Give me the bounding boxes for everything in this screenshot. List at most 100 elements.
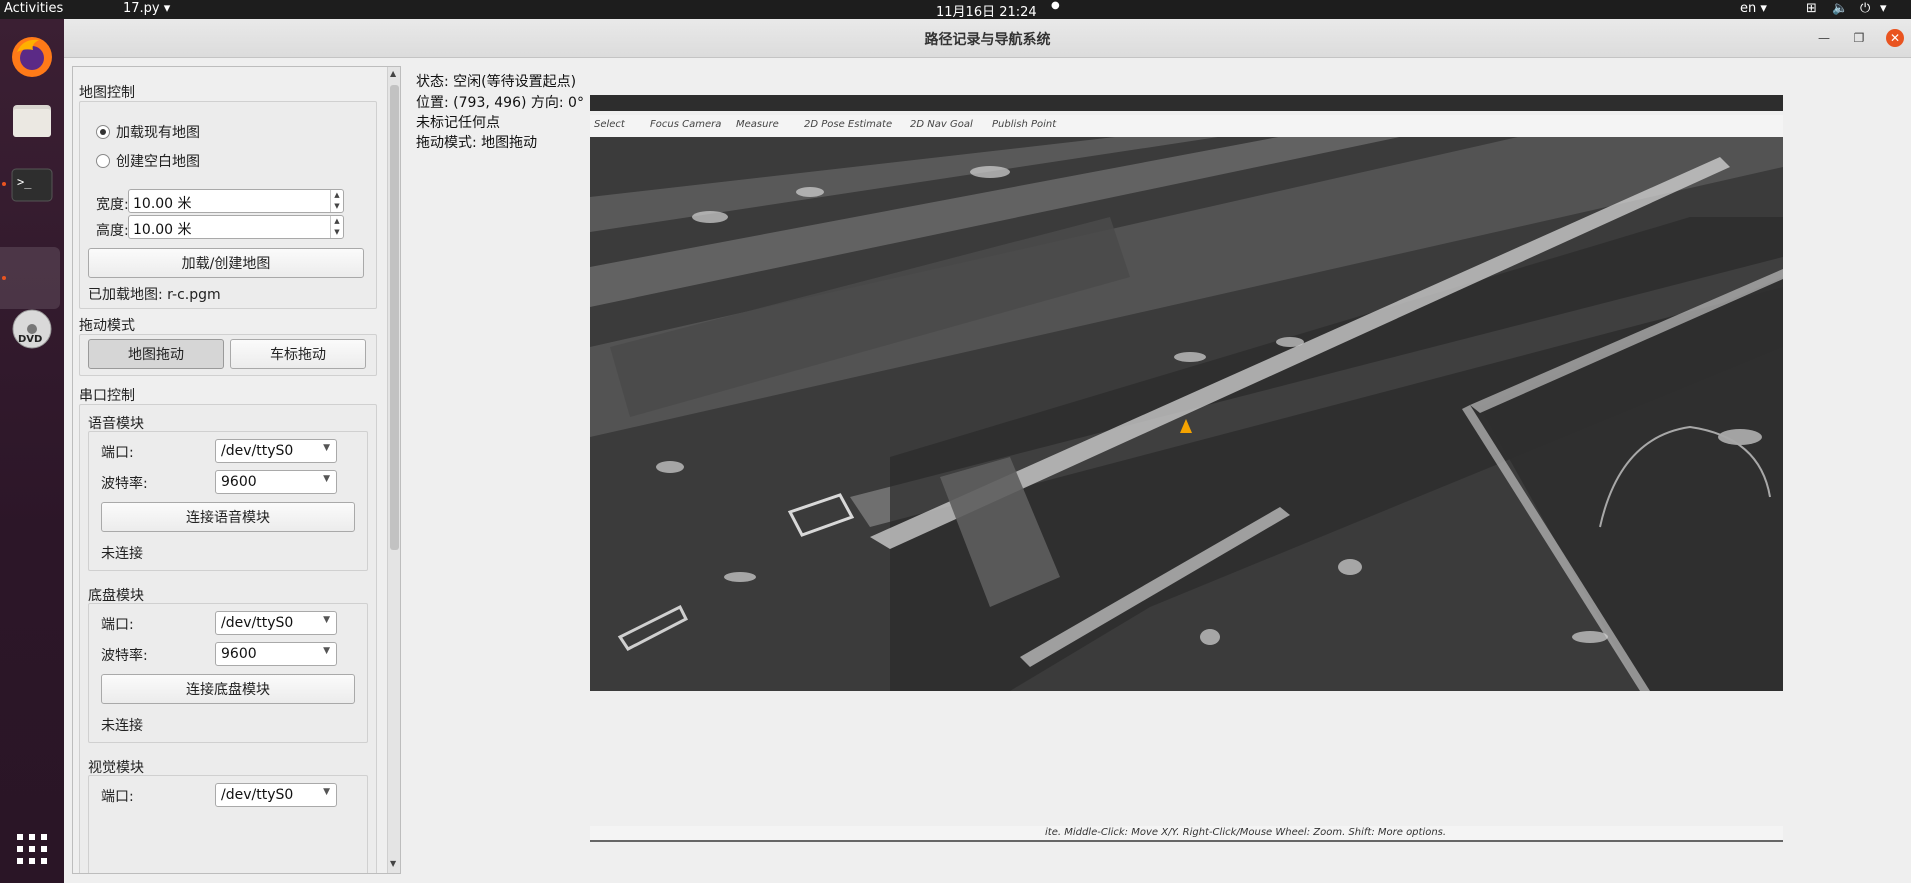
vision-module-group: 端口: /dev/ttyS0 ▼ <box>88 775 368 873</box>
app-menu-label: 17.py <box>123 1 160 16</box>
voice-module-title: 语音模块 <box>88 416 144 432</box>
scroll-thumb[interactable] <box>390 85 399 550</box>
firefox-icon[interactable] <box>6 31 58 83</box>
vision-module-title: 视觉模块 <box>88 760 144 776</box>
maximize-icon[interactable]: ❐ <box>1850 29 1868 47</box>
drag-mode-text: 拖动模式: 地图拖动 <box>416 135 538 151</box>
width-label: 宽度: <box>96 197 129 213</box>
language-indicator[interactable]: en ▾ <box>1740 1 1767 16</box>
panel-scrollbar[interactable]: ▲ ▼ <box>387 67 400 873</box>
scroll-down-icon[interactable]: ▼ <box>390 859 396 868</box>
svg-text:DVD: DVD <box>18 334 42 345</box>
chevron-down-icon: ▼ <box>323 443 330 453</box>
map-render <box>590 137 1783 691</box>
map-control-label: 地图控制 <box>79 85 135 101</box>
rviz-hint-image: ite. Middle-Click: Move X/Y. Right-Click… <box>590 826 1783 842</box>
language-label: en <box>1740 1 1757 16</box>
loaded-map-text: 已加载地图: r-c.pgm <box>88 287 221 303</box>
activities-button[interactable]: Activities <box>4 1 63 16</box>
chevron-down-icon: ▼ <box>323 615 330 625</box>
notification-dot-icon: ● <box>1051 0 1060 11</box>
width-value: 10.00 米 <box>133 196 192 212</box>
position-text: 位置: (793, 496) 方向: 0° <box>416 95 584 111</box>
map-image[interactable] <box>590 137 1783 691</box>
marks-text: 未标记任何点 <box>416 115 500 131</box>
connect-voice-button[interactable]: 连接语音模块 <box>101 502 355 532</box>
vision-port-value: /dev/ttyS0 <box>221 787 294 803</box>
voice-baud-value: 9600 <box>221 474 257 490</box>
active-app-slot[interactable] <box>0 247 60 309</box>
close-icon[interactable]: ✕ <box>1886 29 1904 47</box>
height-spinbox[interactable]: 10.00 米 ▲ ▼ <box>128 215 344 239</box>
drag-mode-label: 拖动模式 <box>79 318 135 334</box>
chevron-down-icon: ▾ <box>1760 1 1767 16</box>
chevron-down-icon: ▼ <box>323 646 330 656</box>
chassis-module-title: 底盘模块 <box>88 588 144 604</box>
radio-indicator <box>96 154 110 168</box>
rviz-tool-label: Publish Point <box>992 119 1057 130</box>
voice-status: 未连接 <box>101 546 143 562</box>
radio-load-label: 加载现有地图 <box>116 125 200 141</box>
show-applications-icon[interactable] <box>6 823 58 875</box>
svg-text:>_: >_ <box>17 175 32 189</box>
clock[interactable]: 11月16日 21:24 <box>936 1 1037 20</box>
network-icon[interactable]: ⊞ <box>1806 1 1817 16</box>
control-panel: 地图控制 加载现有地图 创建空白地图 宽度: 10.00 米 ▲ ▼ 高度: 10… <box>72 66 401 874</box>
voice-port-combo[interactable]: /dev/ttyS0 ▼ <box>215 439 337 463</box>
height-label: 高度: <box>96 223 129 239</box>
load-create-map-button[interactable]: 加载/创建地图 <box>88 248 364 278</box>
voice-port-value: /dev/ttyS0 <box>221 443 294 459</box>
map-drag-button[interactable]: 地图拖动 <box>88 339 224 369</box>
chassis-module-group: 端口: /dev/ttyS0 ▼ 波特率: 9600 ▼ 连接底盘模块 未连接 <box>88 603 368 743</box>
vision-port-label: 端口: <box>101 789 134 805</box>
top-bar: Activities 17.py ▾ 11月16日 21:24 ● en ▾ ⊞… <box>0 0 1911 20</box>
voice-port-label: 端口: <box>101 445 134 461</box>
map-view[interactable]: Select Focus Camera Measure 2D Pose Esti… <box>590 95 1783 691</box>
serial-control-label: 串口控制 <box>79 388 135 404</box>
scroll-up-icon[interactable]: ▲ <box>390 69 396 78</box>
window-title: 路径记录与导航系统 <box>924 32 1051 48</box>
rviz-tool-label: Focus Camera <box>650 119 722 130</box>
radio-load-map[interactable]: 加载现有地图 <box>96 122 200 142</box>
serial-control-group: 语音模块 端口: /dev/ttyS0 ▼ 波特率: 9600 ▼ 连接语音模块 未… <box>79 404 377 873</box>
spin-arrows-icon[interactable]: ▲ ▼ <box>330 190 343 212</box>
map-control-group: 加载现有地图 创建空白地图 宽度: 10.00 米 ▲ ▼ 高度: 10.00 米… <box>79 101 377 309</box>
minimize-icon[interactable]: — <box>1815 29 1833 47</box>
chassis-status: 未连接 <box>101 718 143 734</box>
radio-create-label: 创建空白地图 <box>116 154 200 170</box>
chassis-baud-value: 9600 <box>221 646 257 662</box>
spin-arrows-icon[interactable]: ▲ ▼ <box>330 216 343 238</box>
marker-drag-button[interactable]: 车标拖动 <box>230 339 366 369</box>
system-menu-chevron-icon[interactable]: ▾ <box>1880 1 1887 16</box>
app-menu[interactable]: 17.py ▾ <box>123 1 170 16</box>
voice-baud-label: 波特率: <box>101 476 148 492</box>
volume-icon[interactable]: 🔈 <box>1832 1 1848 16</box>
power-icon[interactable]: ⏻ <box>1860 1 1870 16</box>
chevron-down-icon: ▼ <box>323 474 330 484</box>
chassis-port-combo[interactable]: /dev/ttyS0 ▼ <box>215 611 337 635</box>
vision-port-combo[interactable]: /dev/ttyS0 ▼ <box>215 783 337 807</box>
files-icon[interactable] <box>6 95 58 147</box>
width-spinbox[interactable]: 10.00 米 ▲ ▼ <box>128 189 344 213</box>
voice-baud-combo[interactable]: 9600 ▼ <box>215 470 337 494</box>
rviz-tool-label: 2D Pose Estimate <box>804 119 893 130</box>
dvd-icon[interactable]: DVD <box>6 303 58 355</box>
terminal-icon[interactable]: >_ <box>6 159 58 211</box>
chevron-down-icon: ▾ <box>163 1 171 16</box>
chevron-down-icon: ▼ <box>323 787 330 797</box>
rviz-tool-label: Select <box>594 119 625 130</box>
title-bar[interactable]: 路径记录与导航系统 — ❐ ✕ <box>64 19 1911 58</box>
chassis-baud-combo[interactable]: 9600 ▼ <box>215 642 337 666</box>
rviz-toolbar-image: Select Focus Camera Measure 2D Pose Esti… <box>590 115 1783 138</box>
connect-chassis-button[interactable]: 连接底盘模块 <box>101 674 355 704</box>
rviz-hint-text: ite. Middle-Click: Move X/Y. Right-Click… <box>1045 827 1447 838</box>
map-top-strip <box>590 95 1783 111</box>
rviz-tool-label: 2D Nav Goal <box>910 119 973 130</box>
chassis-baud-label: 波特率: <box>101 648 148 664</box>
voice-module-group: 端口: /dev/ttyS0 ▼ 波特率: 9600 ▼ 连接语音模块 未连接 <box>88 431 368 571</box>
state-text: 状态: 空闲(等待设置起点) <box>416 74 577 90</box>
rviz-tool-label: Measure <box>736 119 779 130</box>
running-indicator <box>2 182 6 186</box>
radio-create-map[interactable]: 创建空白地图 <box>96 151 200 171</box>
chassis-port-label: 端口: <box>101 617 134 633</box>
